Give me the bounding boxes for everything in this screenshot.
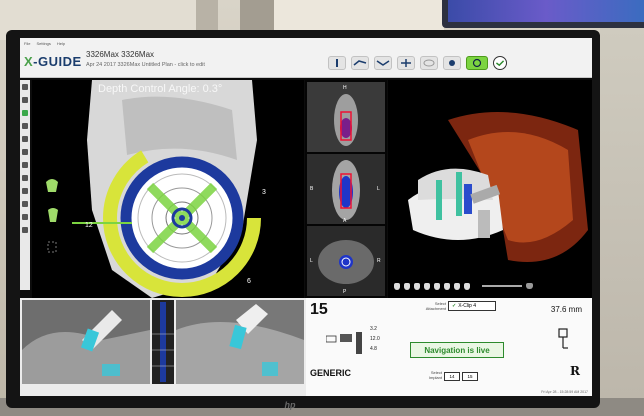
background-wall: [600, 28, 644, 416]
tool-icon[interactable]: [22, 149, 28, 155]
slice-label-l: L: [377, 186, 380, 192]
tool-icon[interactable]: [22, 188, 28, 194]
implant-type: GENERIC: [310, 368, 352, 378]
trace-icon: [376, 60, 390, 66]
ct-slice-views[interactable]: H B L A L R P: [305, 80, 387, 298]
clock-label-6: 6: [247, 278, 251, 285]
accuracy-icon: [449, 60, 455, 66]
navigation-view-graphic: 12 3 6: [46, 80, 266, 298]
3d-model-view[interactable]: [388, 80, 592, 298]
monitor-screen: File Settings Help X-GUIDE 3326Max 3326M…: [20, 38, 592, 396]
depth-gauge-graphic: [152, 302, 174, 382]
tooth-number: 15: [310, 301, 328, 318]
depth-gauge: [152, 300, 174, 384]
tooth-view-icon[interactable]: [434, 282, 440, 290]
camera-tool-icon[interactable]: [22, 227, 28, 233]
workflow-step-navigate-button[interactable]: [466, 56, 488, 70]
calibrate-icon: [353, 60, 367, 66]
implant-dimensions: 3.2 12.0 4.8: [370, 324, 380, 354]
app-header: File Settings Help X-GUIDE 3326Max 3326M…: [20, 38, 592, 78]
tool-icon[interactable]: [22, 175, 28, 181]
tooth-tool-icon[interactable]: [22, 110, 28, 116]
tooth-view-icon[interactable]: [414, 282, 420, 290]
implant-length: 12.0: [370, 336, 380, 342]
workflow-toolbar: [328, 56, 507, 70]
workflow-step-jaw-button[interactable]: [420, 56, 438, 70]
connector-icon: [558, 328, 568, 349]
plan-title: 3326Max 3326Max: [86, 50, 155, 59]
implant-diagram-icon: [326, 332, 362, 354]
implant-select-label: Select Implant: [428, 370, 442, 380]
check-icon: [496, 60, 505, 67]
3d-model-graphic: [408, 112, 588, 262]
rx-symbol: R: [570, 364, 580, 378]
implant-platform: 4.8: [370, 346, 377, 352]
implant-option-14[interactable]: 14: [444, 372, 460, 381]
tooth-view-icon[interactable]: [424, 282, 430, 290]
workflow-step-verify-button[interactable]: [397, 56, 415, 70]
tool-icon[interactable]: [22, 84, 28, 90]
3d-view-toolstrip: [388, 280, 592, 292]
second-display-screen: [448, 0, 644, 22]
distance-readout: 37.6 mm: [550, 305, 582, 314]
plan-subtitle[interactable]: Apr 24 2017 3326Max Untitled Plan - clic…: [86, 62, 205, 68]
menu-settings[interactable]: Settings: [36, 41, 50, 46]
slice-label-l2: L: [310, 258, 313, 264]
left-tool-column: [20, 80, 30, 290]
tooth-view-icon[interactable]: [394, 282, 400, 290]
tool-icon[interactable]: [22, 201, 28, 207]
camera-feed-graphic: [176, 300, 304, 384]
workflow-step-drill-button[interactable]: [328, 56, 346, 70]
navigate-icon: [472, 58, 482, 68]
tooth-view-icon[interactable]: [404, 282, 410, 290]
tool-icon[interactable]: [22, 162, 28, 168]
tooth-view-icon[interactable]: [444, 282, 450, 290]
clock-label-12: 12: [85, 222, 93, 229]
attachment-value: X-Clip 4: [458, 303, 476, 309]
attachment-select[interactable]: ✓ X-Clip 4: [448, 301, 496, 311]
menu-help[interactable]: Help: [57, 41, 65, 46]
slice-label-h: H: [343, 85, 347, 91]
navigation-status: Navigation is live: [410, 342, 504, 358]
hp-logo: hp: [284, 400, 296, 410]
camera-view-right[interactable]: [176, 300, 304, 384]
tool-icon[interactable]: [22, 123, 28, 129]
view-title: Depth Control Angle: 0.3°: [98, 83, 223, 95]
drill-icon: [336, 59, 338, 67]
navigation-view[interactable]: 12 3 6 Depth Control Angle: 0.3°: [32, 80, 304, 298]
workflow-step-calibrate-button[interactable]: [351, 56, 369, 70]
timestamp: Fri Apr 28 - 15:28:59 AM 2017: [541, 390, 588, 394]
implant-option-15[interactable]: 15: [462, 372, 478, 381]
tool-icon[interactable]: [22, 214, 28, 220]
camera-feed-graphic: [22, 300, 150, 384]
complete-check-button[interactable]: [493, 56, 507, 70]
logo-mark: X: [24, 54, 34, 69]
opacity-slider[interactable]: [482, 285, 522, 287]
workflow-step-accuracy-button[interactable]: [443, 56, 461, 70]
menu-file[interactable]: File: [24, 41, 30, 46]
app-logo: X-GUIDE: [24, 54, 82, 69]
ct-slices-graphic: H B L A L R P: [307, 82, 385, 296]
tool-icon[interactable]: [22, 136, 28, 142]
implant-info-panel: 15 3.2 12.0 4.8 GENERIC Select Attachmen…: [306, 298, 592, 396]
tooth-icons: [46, 179, 58, 253]
bottom-panel: 15 3.2 12.0 4.8 GENERIC Select Attachmen…: [20, 298, 592, 396]
scissors-icon[interactable]: [526, 283, 533, 289]
camera-view-left[interactable]: [22, 300, 150, 384]
workflow-step-trace-button[interactable]: [374, 56, 392, 70]
clock-label-3: 3: [262, 189, 266, 196]
tool-icon[interactable]: [22, 97, 28, 103]
jaw-icon: [423, 59, 435, 67]
check-icon: ✓: [452, 303, 457, 309]
implant-diameter: 3.2: [370, 326, 377, 332]
tooth-view-icon[interactable]: [454, 282, 460, 290]
menu-bar: File Settings Help: [24, 41, 65, 46]
tooth-view-icon[interactable]: [464, 282, 470, 290]
logo-text: -GUIDE: [33, 54, 82, 69]
attachment-label: Select Attachment: [425, 301, 446, 311]
slice-label-r: R: [377, 258, 381, 264]
verify-icon: [401, 59, 411, 67]
